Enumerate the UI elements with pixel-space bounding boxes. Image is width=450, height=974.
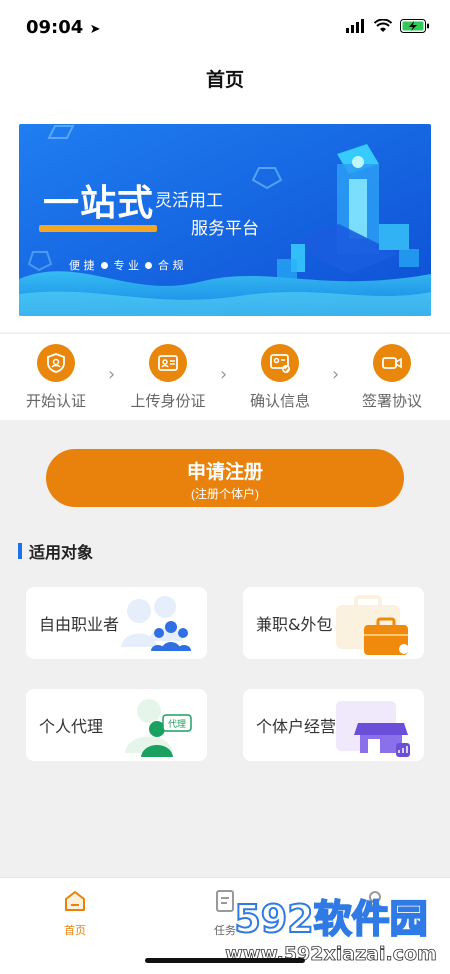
register-button-label: 申请注册 [186,461,263,483]
section-title: 适用对象 [29,543,94,562]
id-card-check-icon [261,344,299,382]
target-card-business-owner[interactable]: 个体户经营者 [243,689,424,761]
agent-icon: 代理 [125,699,192,757]
section-header: 适用对象 [18,539,93,563]
people-group-icon [121,596,191,651]
banner-line2: 服务平台 [191,219,259,239]
step-upload-id: 上传身份证 [112,344,224,411]
banner-tag: 专 业 [113,259,140,272]
step-sign-agreement: 签署协议 [336,344,448,411]
watermark: 592软件园 www.592xiazai.com [225,896,437,965]
step-confirm-info: 确认信息 [224,344,336,411]
shield-user-icon [37,344,75,382]
home-icon [65,891,85,911]
card-label: 个人代理 [39,717,104,736]
section-accent-bar [18,543,22,559]
nav-bar: 首页 [0,56,450,104]
target-card-freelancer[interactable]: 自由职业者 [26,587,207,659]
briefcase-icon [336,595,409,655]
card-label: 兼职&外包 [256,615,333,634]
banner-accent-bar [39,225,157,232]
dot-separator [100,261,108,269]
shop-icon [336,701,410,757]
status-bar: 09:04 ➤ [0,0,450,56]
step-label: 确认信息 [249,392,310,410]
target-card-agent[interactable]: 个人代理 代理 [26,689,207,761]
status-time-text: 09:04 [26,17,84,38]
target-card-parttime[interactable]: 兼职&外包 [243,587,424,659]
banner-tag: 便 捷 [69,259,95,272]
banner-tags: 便 捷 专 业 合 规 [69,257,184,273]
page-title: 首页 [205,69,244,91]
id-card-icon [149,344,187,382]
svg-text:代理: 代理 [168,719,186,730]
banner-section: 一站式 灵活用工 服务平台 便 捷 专 业 合 规 [0,104,450,332]
dot-separator [145,261,152,269]
status-icons [346,19,430,33]
step-label: 开始认证 [25,392,86,410]
register-button[interactable]: 申请注册 (注册个体户) [46,449,404,507]
tab-home[interactable]: 首页 [35,888,115,938]
video-icon [373,344,411,382]
location-arrow-icon: ➤ [89,22,101,37]
card-label: 自由职业者 [39,615,120,634]
register-button-sublabel: (注册个体户) [191,486,259,501]
banner-line1: 灵活用工 [155,191,223,211]
banner-headline: 一站式 [43,183,155,224]
svg-text:592软件园: 592软件园 [234,897,427,941]
banner[interactable]: 一站式 灵活用工 服务平台 便 捷 专 业 合 规 [19,124,431,316]
banner-tag: 合 规 [158,259,184,272]
wifi-icon [374,19,392,32]
battery-charging-icon [400,19,429,33]
home-indicator [145,958,305,963]
step-start-auth: 开始认证 [0,344,112,411]
step-label: 上传身份证 [130,392,206,410]
step-label: 签署协议 [361,392,422,410]
registration-steps: 开始认证 › 上传身份证 › 确认信息 › 签署协议 [0,334,450,420]
tab-label: 首页 [64,924,86,937]
status-time: 09:04 ➤ [26,17,100,38]
cellular-signal-icon [346,19,364,33]
